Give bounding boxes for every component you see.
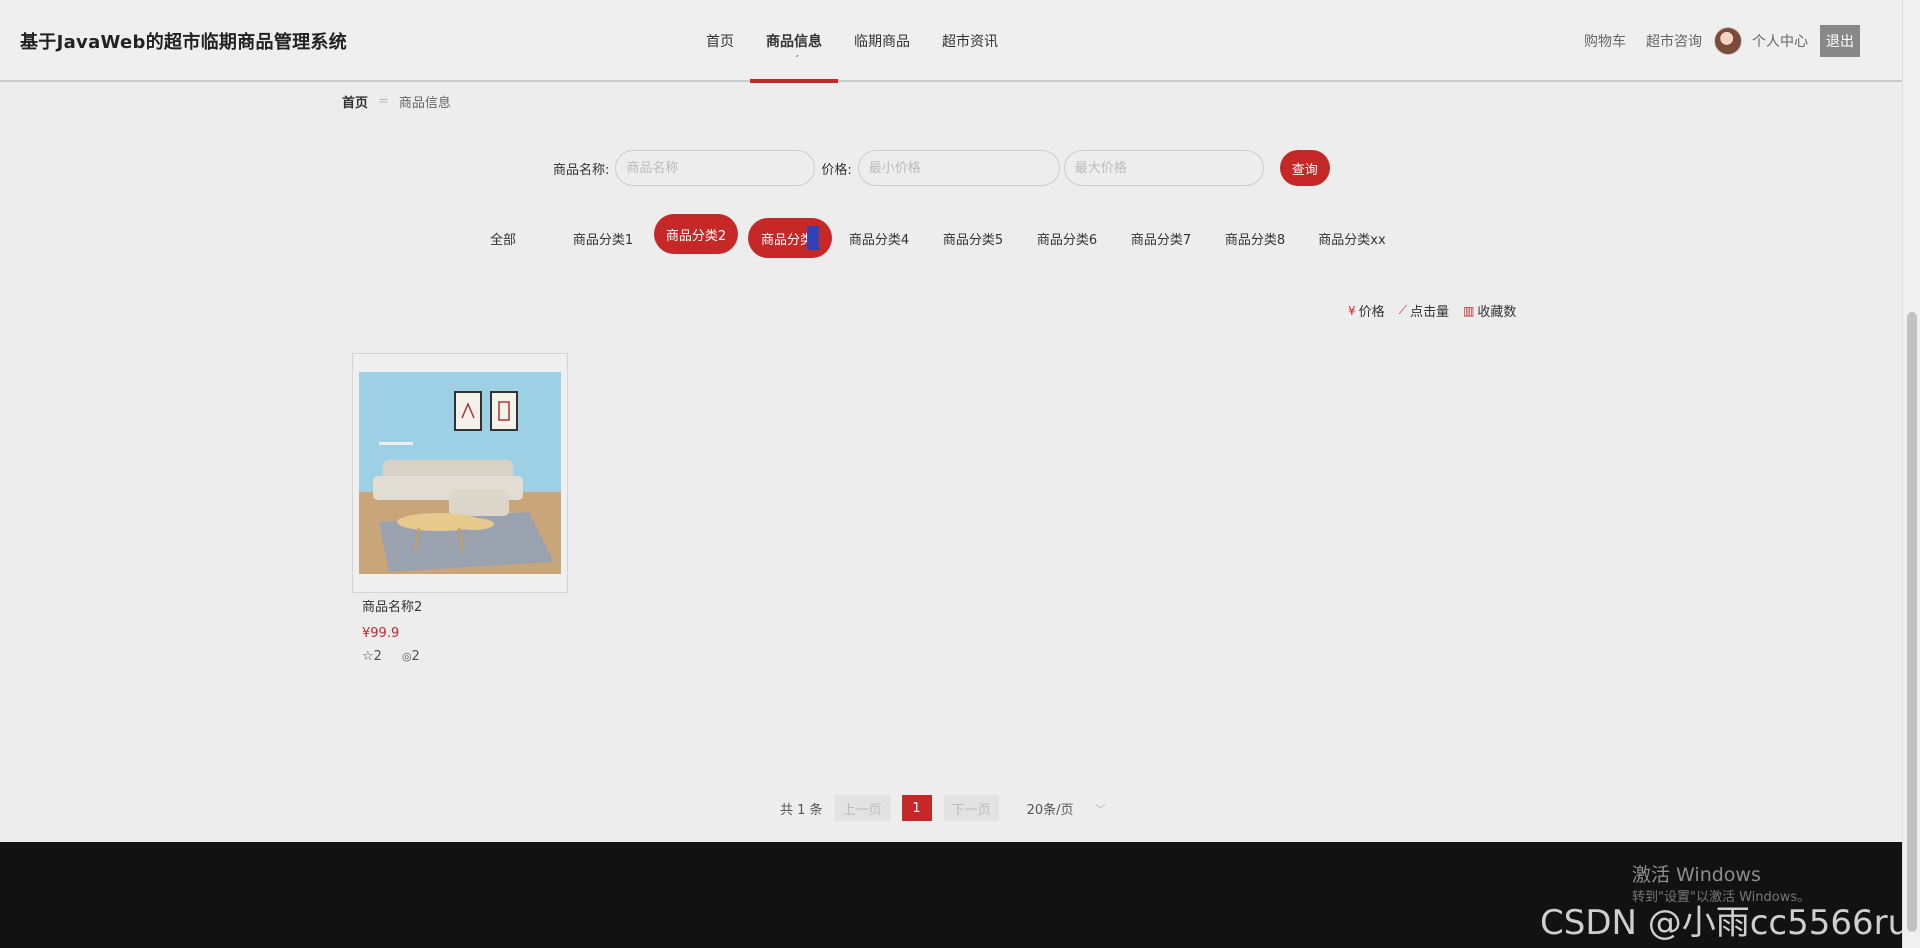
nav-item-products[interactable]: 商品信息 ˊ [750,0,838,83]
product-image[interactable] [359,372,561,574]
category-7[interactable]: 商品分类7 [1114,218,1208,258]
views-count: ◎ 2 [401,649,420,664]
category-6[interactable]: 商品分类6 [1020,218,1114,258]
windows-activation-title: 激活 Windows [1632,864,1761,886]
nav-item-home[interactable]: 首页 [690,0,750,82]
sort-by-favorites[interactable]: ▥ 收藏数 [1463,301,1516,321]
category-5[interactable]: 商品分类5 [926,218,1020,258]
category-8[interactable]: 商品分类8 [1208,218,1302,258]
category-all[interactable]: 全部 [470,218,536,258]
pagination: 共 1 条 上一页 1 下一页 20条/页 ﹀ [780,795,1106,821]
total-count: 共 1 条 [780,802,823,818]
category-2[interactable]: 商品分类2 [654,214,738,254]
min-price-input[interactable] [857,150,1060,186]
scrollbar[interactable] [1902,0,1920,948]
nav-item-expiring[interactable]: 临期商品 [838,0,926,82]
profile-link[interactable]: 个人中心 [1752,31,1808,51]
csdn-watermark: CSDN @小雨cc5566ru [1540,903,1910,943]
scrollbar-thumb[interactable] [1907,312,1917,932]
breadcrumb: 首页 = 商品信息 [342,92,451,111]
search-bar: 商品名称: 价格: 查询 [553,150,1330,186]
consult-link[interactable]: 超市咨询 [1646,31,1702,51]
chevron-down-icon: ﹀ [1095,804,1106,816]
max-price-input[interactable] [1063,150,1264,186]
nav-item-news[interactable]: 超市资讯 [926,0,1014,82]
category-3[interactable]: 商品分类 [748,218,832,258]
text-cursor-highlight [807,226,819,250]
eye-icon: ◎ [401,650,412,663]
nav-mark: ˊ [794,55,799,66]
category-4[interactable]: 商品分类4 [832,218,926,258]
page-size-select[interactable]: 20条/页 ﹀ [1027,799,1106,818]
category-filter: 全部 商品分类1 商品分类2 商品分类 商品分类4 商品分类5 商品分类6 商品… [470,214,1402,258]
name-search-input[interactable] [615,150,816,186]
search-button[interactable]: 查询 [1279,150,1330,186]
product-stats: ☆ 2 ◎ 2 [362,649,420,664]
sort-options: ¥ 价格 ⟋ 点击量 ▥ 收藏数 [1334,301,1516,320]
header-actions: 购物车 超市咨询 个人中心 退出 [1564,24,1860,58]
product-price: ¥99.9 [362,626,400,641]
logout-button[interactable]: 退出 [1820,25,1860,57]
bar-chart-icon: ▥ [1463,303,1475,318]
name-label: 商品名称: [553,162,610,178]
sofa-picture [359,372,561,574]
sort-by-clicks[interactable]: ⟋ 点击量 [1399,301,1449,320]
category-xx[interactable]: 商品分类xx [1302,218,1402,258]
avatar[interactable] [1714,27,1742,55]
breadcrumb-current: 商品信息 [398,96,451,111]
next-page-button[interactable]: 下一页 [943,795,999,821]
price-label: 价格: [821,162,852,178]
favorites-count: ☆ 2 [362,649,382,664]
category-1[interactable]: 商品分类1 [556,218,650,258]
main-nav: 首页 商品信息 ˊ 临期商品 超市资讯 [690,0,1014,83]
cart-link[interactable]: 购物车 [1584,31,1626,51]
prev-page-button[interactable]: 上一页 [834,795,890,821]
site-title: 基于JavaWeb的超市临期商品管理系统 [20,32,348,53]
breadcrumb-home[interactable]: 首页 [342,92,368,111]
page-1-button[interactable]: 1 [901,795,932,821]
breadcrumb-separator: = [378,94,389,109]
trend-icon: ⟋ [1398,303,1408,317]
product-name[interactable]: 商品名称2 [362,596,422,615]
yen-icon: ¥ [1348,303,1356,318]
product-card[interactable] [352,353,568,593]
star-icon: ☆ [362,649,374,664]
header: 基于JavaWeb的超市临期商品管理系统 首页 商品信息 ˊ 临期商品 超市资讯 … [0,0,1902,83]
sort-by-price[interactable]: ¥ 价格 [1348,301,1385,321]
